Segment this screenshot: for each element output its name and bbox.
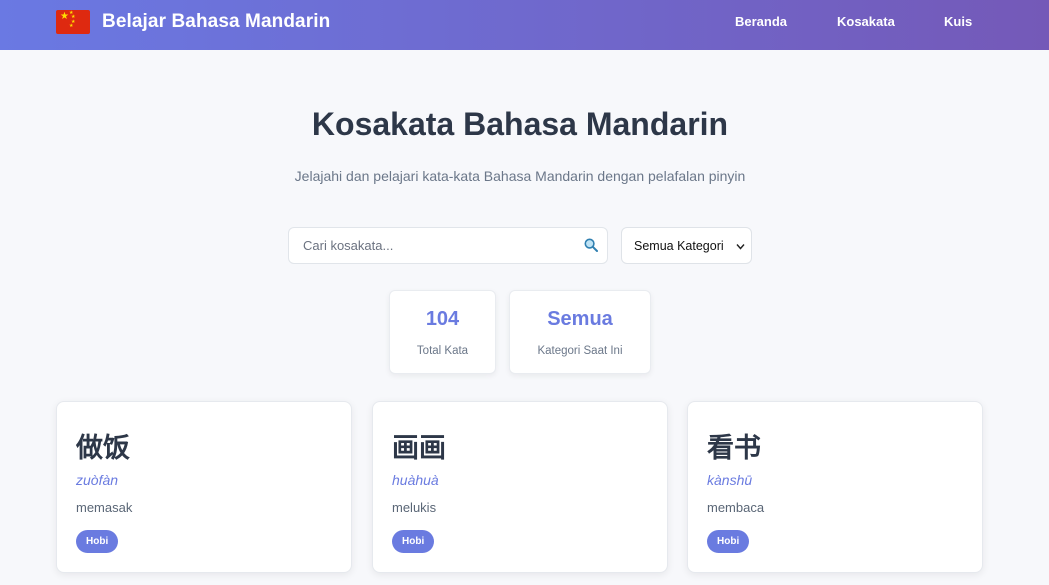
vocab-card[interactable]: 看书 kànshū membaca Hobi [687,401,983,573]
stat-value-total: 104 [425,308,460,330]
category-badge: Hobi [76,530,119,553]
chevron-down-icon [736,244,745,250]
top-navbar: ★ ★ ★ ★ ★ Belajar Bahasa Mandarin Beranda Ko… [0,0,1049,50]
stat-value-category: Semua [547,308,613,330]
vocab-card[interactable]: 画画 huàhuà melukis Hobi [372,401,668,573]
page-subtitle: Jelajahi dan pelajari kata-kata Bahasa M… [294,168,746,184]
category-badge: Hobi [707,530,750,553]
search-icon[interactable] [584,238,598,252]
stat-card-category: Semua Kategori Saat Ini [509,290,651,374]
vocab-meaning: melukis [392,500,437,515]
stat-label-category: Kategori Saat Ini [537,345,623,357]
china-flag-icon: ★ ★ ★ ★ ★ [56,10,90,34]
vocab-hanzi: 做饭 [76,433,130,464]
vocab-meaning: memasak [76,500,133,515]
vocab-pinyin: kànshū [707,472,753,488]
nav-link-beranda[interactable]: Beranda [735,14,787,29]
brand-title: Belajar Bahasa Mandarin [102,11,331,32]
vocab-hanzi: 画画 [392,433,446,464]
vocab-pinyin: huàhuà [392,472,439,488]
vocab-meaning: membaca [707,500,765,515]
category-badge: Hobi [392,530,435,553]
nav-link-kosakata[interactable]: Kosakata [837,14,895,29]
nav-link-kuis[interactable]: Kuis [944,14,972,29]
stat-card-total: 104 Total Kata [389,290,496,374]
category-select-value: Semua Kategori [634,238,724,253]
vocab-pinyin: zuòfàn [76,472,119,488]
vocab-card[interactable]: 做饭 zuòfàn memasak Hobi [56,401,352,573]
stat-label-total: Total Kata [416,345,469,357]
brand[interactable]: ★ ★ ★ ★ ★ Belajar Bahasa Mandarin [56,10,330,34]
search-input[interactable] [289,228,607,263]
search-box [288,227,608,264]
category-select[interactable]: Semua Kategori [621,227,752,264]
vocab-hanzi: 看书 [707,433,761,464]
page-title: Kosakata Bahasa Mandarin [311,106,729,142]
